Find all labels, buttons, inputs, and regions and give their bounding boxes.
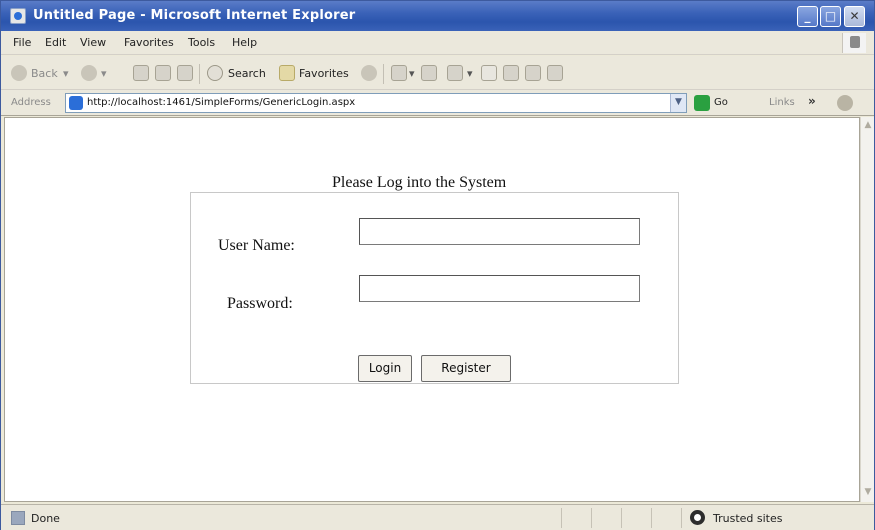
address-url[interactable]: http://localhost:1461/SimpleForms/Generi… xyxy=(87,97,355,108)
toolbar-separator xyxy=(383,64,384,84)
menu-view[interactable]: View xyxy=(80,36,106,49)
status-separator xyxy=(651,508,652,528)
status-text: Done xyxy=(31,512,60,525)
tools-extra-icon[interactable] xyxy=(547,65,563,81)
page-viewport: Please Log into the System User Name: Pa… xyxy=(4,117,860,502)
links-chevron-icon[interactable]: » xyxy=(808,94,816,108)
login-button[interactable]: Login xyxy=(358,355,412,382)
toolbar-separator xyxy=(199,64,200,84)
status-separator xyxy=(621,508,622,528)
address-input[interactable]: http://localhost:1461/SimpleForms/Generi… xyxy=(65,93,687,113)
scroll-up-arrow-icon[interactable]: ▲ xyxy=(862,120,874,132)
page-done-icon xyxy=(11,511,25,525)
menu-bar: File Edit View Favorites Tools Help xyxy=(1,31,874,55)
links-label[interactable]: Links xyxy=(769,97,795,108)
print-icon[interactable] xyxy=(421,65,437,81)
stop-icon[interactable] xyxy=(133,65,149,81)
scroll-down-arrow-icon[interactable]: ▼ xyxy=(862,487,874,499)
research-icon[interactable] xyxy=(525,65,541,81)
minimize-button[interactable]: _ xyxy=(797,6,818,27)
menu-tools[interactable]: Tools xyxy=(188,36,215,49)
back-icon[interactable] xyxy=(11,65,27,81)
window-title: Untitled Page - Microsoft Internet Explo… xyxy=(33,8,356,23)
favorites-button[interactable]: Favorites xyxy=(299,67,349,80)
go-button[interactable]: Go xyxy=(714,97,728,108)
status-separator xyxy=(681,508,682,528)
vertical-scrollbar[interactable]: ▲ ▼ xyxy=(860,117,874,502)
menu-help[interactable]: Help xyxy=(232,36,257,49)
login-panel: User Name: Password: Login Register xyxy=(190,192,679,384)
maximize-button[interactable]: □ xyxy=(820,6,841,27)
security-zone-label: Trusted sites xyxy=(713,512,783,525)
menu-file[interactable]: File xyxy=(13,36,31,49)
messenger-icon[interactable] xyxy=(503,65,519,81)
back-label[interactable]: Back xyxy=(31,67,58,80)
forward-icon[interactable] xyxy=(81,65,97,81)
mail-icon[interactable] xyxy=(391,65,407,81)
status-separator xyxy=(561,508,562,528)
register-button[interactable]: Register xyxy=(421,355,511,382)
status-separator xyxy=(591,508,592,528)
go-arrow-icon[interactable] xyxy=(694,95,710,111)
username-input[interactable] xyxy=(359,218,640,245)
edit-icon[interactable] xyxy=(447,65,463,81)
ie-page-icon xyxy=(10,8,26,24)
browser-window: Untitled Page - Microsoft Internet Explo… xyxy=(0,0,875,530)
edit-dropdown-icon[interactable]: ▾ xyxy=(467,67,473,80)
address-dropdown-icon[interactable]: ▼ xyxy=(670,94,686,112)
forward-dropdown-icon[interactable]: ▾ xyxy=(101,67,107,80)
refresh-icon[interactable] xyxy=(155,65,171,81)
windows-logo-icon xyxy=(842,33,866,53)
discuss-icon[interactable] xyxy=(481,65,497,81)
password-input[interactable] xyxy=(359,275,640,302)
search-icon[interactable] xyxy=(207,65,223,81)
history-icon[interactable] xyxy=(361,65,377,81)
title-bar[interactable]: Untitled Page - Microsoft Internet Explo… xyxy=(1,1,874,31)
favorites-star-icon[interactable] xyxy=(279,65,295,81)
status-bar: Done Trusted sites xyxy=(1,504,874,530)
trusted-sites-icon xyxy=(690,510,705,525)
toolbar-extension-icon[interactable] xyxy=(837,95,853,111)
search-button[interactable]: Search xyxy=(228,67,266,80)
menu-edit[interactable]: Edit xyxy=(45,36,66,49)
page-title: Please Log into the System xyxy=(332,174,507,191)
menu-favorites[interactable]: Favorites xyxy=(124,36,174,49)
password-label: Password: xyxy=(227,295,293,312)
home-icon[interactable] xyxy=(177,65,193,81)
mail-dropdown-icon[interactable]: ▾ xyxy=(409,67,415,80)
ie-page-icon xyxy=(69,96,83,110)
back-dropdown-icon[interactable]: ▾ xyxy=(63,67,69,80)
close-button[interactable]: ✕ xyxy=(844,6,865,27)
address-bar: Address http://localhost:1461/SimpleForm… xyxy=(1,90,874,116)
username-label: User Name: xyxy=(218,237,295,254)
address-label: Address xyxy=(11,97,51,108)
standard-toolbar: Back ▾ ▾ Search Favorites ▾ ▾ xyxy=(1,56,874,90)
